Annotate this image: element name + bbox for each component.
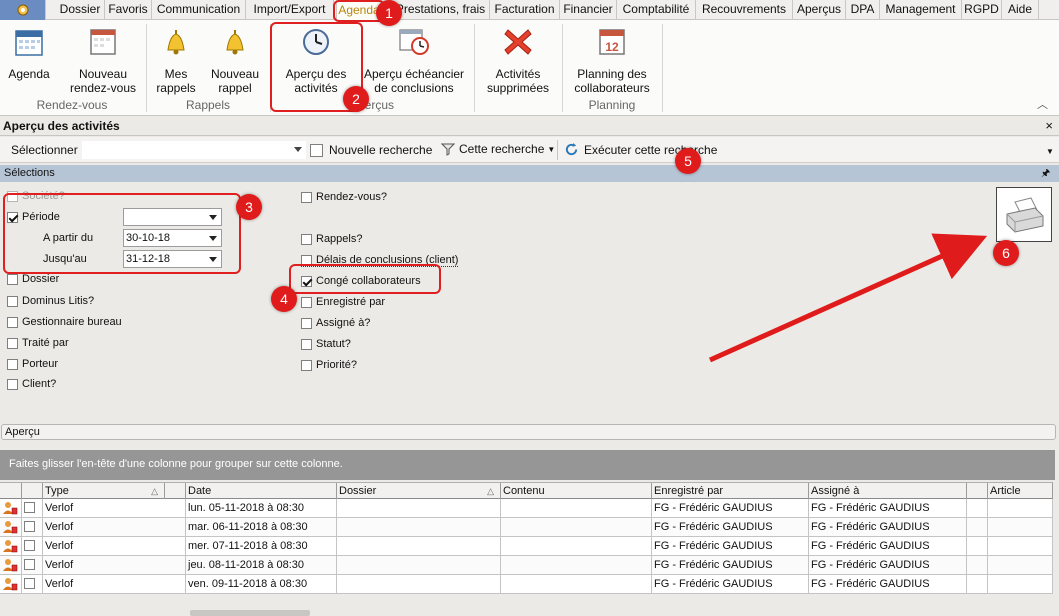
annotation-arrow	[708, 233, 988, 363]
